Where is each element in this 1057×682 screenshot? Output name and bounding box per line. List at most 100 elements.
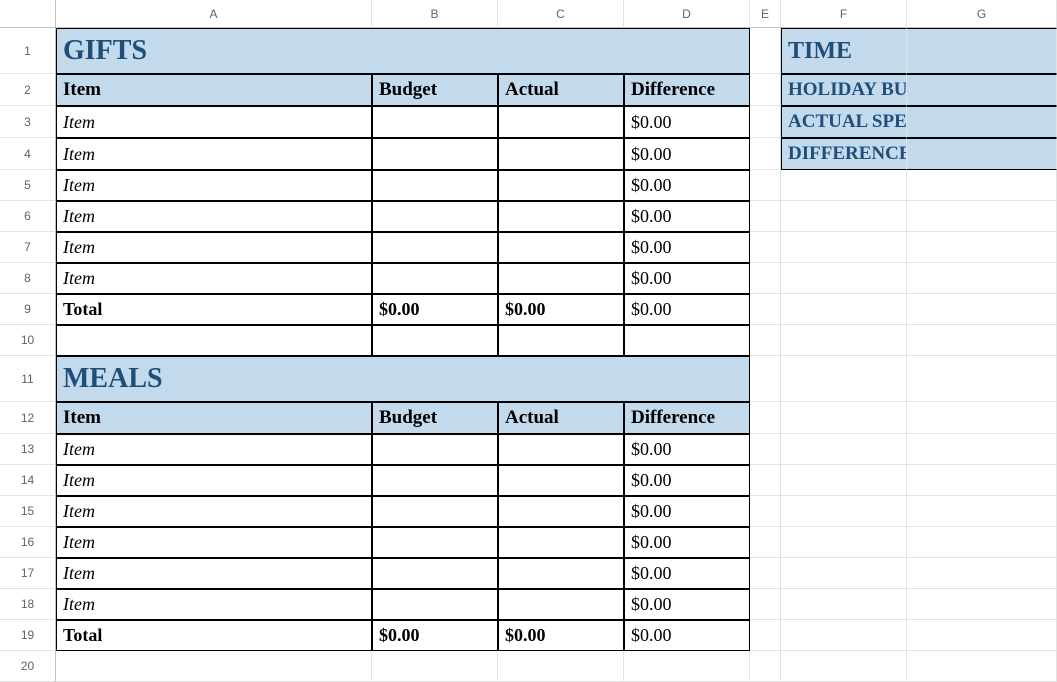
cell-E12[interactable] xyxy=(750,402,781,434)
meals-item-5[interactable]: Item xyxy=(56,589,372,620)
select-all-corner[interactable] xyxy=(0,0,56,28)
cell-F18[interactable] xyxy=(781,589,907,620)
gifts-hdr-item[interactable]: Item xyxy=(56,74,372,106)
row-header-7[interactable]: 7 xyxy=(0,232,56,263)
cell-F15[interactable] xyxy=(781,496,907,527)
gifts-item-4[interactable]: Item xyxy=(56,232,372,263)
meals-item-4[interactable]: Item xyxy=(56,558,372,589)
cell-E16[interactable] xyxy=(750,527,781,558)
gifts-item-1[interactable]: Item xyxy=(56,138,372,170)
cell-G7[interactable] xyxy=(907,232,1057,263)
gifts-actual-1[interactable] xyxy=(498,138,624,170)
meals-total-label[interactable]: Total xyxy=(56,620,372,651)
row-header-8[interactable]: 8 xyxy=(0,263,56,294)
cell-G20[interactable] xyxy=(907,651,1057,682)
gifts-total-label[interactable]: Total xyxy=(56,294,372,325)
col-header-B[interactable]: B xyxy=(372,0,498,28)
gifts-budget-4[interactable] xyxy=(372,232,498,263)
meals-budget-1[interactable] xyxy=(372,465,498,496)
cell-E9[interactable] xyxy=(750,294,781,325)
meals-actual-2[interactable] xyxy=(498,496,624,527)
row-header-15[interactable]: 15 xyxy=(0,496,56,527)
summary-difference[interactable]: DIFFERENCE xyxy=(781,138,907,170)
cell-F16[interactable] xyxy=(781,527,907,558)
gifts-diff-2[interactable]: $0.00 xyxy=(624,170,750,201)
meals-title[interactable]: MEALS xyxy=(56,356,750,402)
summary-difference-val[interactable] xyxy=(907,138,1057,170)
gifts-budget-3[interactable] xyxy=(372,201,498,232)
cell-E8[interactable] xyxy=(750,263,781,294)
cell-E14[interactable] xyxy=(750,465,781,496)
cell-F12[interactable] xyxy=(781,402,907,434)
row-header-4[interactable]: 4 xyxy=(0,138,56,170)
gifts-item-0[interactable]: Item xyxy=(56,106,372,138)
cell-C10[interactable] xyxy=(498,325,624,356)
cell-G16[interactable] xyxy=(907,527,1057,558)
meals-total-budget[interactable]: $0.00 xyxy=(372,620,498,651)
cell-G14[interactable] xyxy=(907,465,1057,496)
cell-C20[interactable] xyxy=(498,651,624,682)
meals-diff-4[interactable]: $0.00 xyxy=(624,558,750,589)
row-header-14[interactable]: 14 xyxy=(0,465,56,496)
gifts-budget-0[interactable] xyxy=(372,106,498,138)
meals-total-diff[interactable]: $0.00 xyxy=(624,620,750,651)
gifts-hdr-diff[interactable]: Difference xyxy=(624,74,750,106)
cell-F6[interactable] xyxy=(781,201,907,232)
cell-G13[interactable] xyxy=(907,434,1057,465)
cell-G12[interactable] xyxy=(907,402,1057,434)
cell-F20[interactable] xyxy=(781,651,907,682)
meals-budget-2[interactable] xyxy=(372,496,498,527)
summary-holiday-budget-val[interactable] xyxy=(907,74,1057,106)
gifts-hdr-budget[interactable]: Budget xyxy=(372,74,498,106)
cell-F5[interactable] xyxy=(781,170,907,201)
meals-actual-4[interactable] xyxy=(498,558,624,589)
row-header-9[interactable]: 9 xyxy=(0,294,56,325)
gifts-diff-0[interactable]: $0.00 xyxy=(624,106,750,138)
meals-item-2[interactable]: Item xyxy=(56,496,372,527)
meals-total-actual[interactable]: $0.00 xyxy=(498,620,624,651)
gifts-actual-2[interactable] xyxy=(498,170,624,201)
gifts-budget-5[interactable] xyxy=(372,263,498,294)
meals-budget-4[interactable] xyxy=(372,558,498,589)
row-header-1[interactable]: 1 xyxy=(0,28,56,74)
cell-E11[interactable] xyxy=(750,356,781,402)
gifts-total-diff[interactable]: $0.00 xyxy=(624,294,750,325)
gifts-diff-3[interactable]: $0.00 xyxy=(624,201,750,232)
gifts-total-actual[interactable]: $0.00 xyxy=(498,294,624,325)
summary-actual-spent-val[interactable] xyxy=(907,106,1057,138)
cell-F9[interactable] xyxy=(781,294,907,325)
meals-diff-5[interactable]: $0.00 xyxy=(624,589,750,620)
meals-hdr-budget[interactable]: Budget xyxy=(372,402,498,434)
row-header-3[interactable]: 3 xyxy=(0,106,56,138)
cell-G17[interactable] xyxy=(907,558,1057,589)
meals-item-1[interactable]: Item xyxy=(56,465,372,496)
gifts-diff-4[interactable]: $0.00 xyxy=(624,232,750,263)
meals-hdr-item[interactable]: Item xyxy=(56,402,372,434)
gifts-budget-1[interactable] xyxy=(372,138,498,170)
meals-diff-3[interactable]: $0.00 xyxy=(624,527,750,558)
row-header-19[interactable]: 19 xyxy=(0,620,56,651)
cell-E19[interactable] xyxy=(750,620,781,651)
cell-E18[interactable] xyxy=(750,589,781,620)
cell-E17[interactable] xyxy=(750,558,781,589)
gifts-diff-1[interactable]: $0.00 xyxy=(624,138,750,170)
gifts-actual-4[interactable] xyxy=(498,232,624,263)
cell-F10[interactable] xyxy=(781,325,907,356)
col-header-E[interactable]: E xyxy=(750,0,781,28)
cell-G8[interactable] xyxy=(907,263,1057,294)
meals-item-0[interactable]: Item xyxy=(56,434,372,465)
cell-F19[interactable] xyxy=(781,620,907,651)
meals-actual-5[interactable] xyxy=(498,589,624,620)
cell-E2[interactable] xyxy=(750,74,781,106)
cell-G5[interactable] xyxy=(907,170,1057,201)
meals-diff-0[interactable]: $0.00 xyxy=(624,434,750,465)
summary-actual-spent[interactable]: ACTUAL SPENT xyxy=(781,106,907,138)
cell-E13[interactable] xyxy=(750,434,781,465)
cell-F8[interactable] xyxy=(781,263,907,294)
cell-G11[interactable] xyxy=(907,356,1057,402)
summary-holiday-budget[interactable]: HOLIDAY BUDGET xyxy=(781,74,907,106)
meals-item-3[interactable]: Item xyxy=(56,527,372,558)
cell-G19[interactable] xyxy=(907,620,1057,651)
cell-E7[interactable] xyxy=(750,232,781,263)
gifts-item-3[interactable]: Item xyxy=(56,201,372,232)
